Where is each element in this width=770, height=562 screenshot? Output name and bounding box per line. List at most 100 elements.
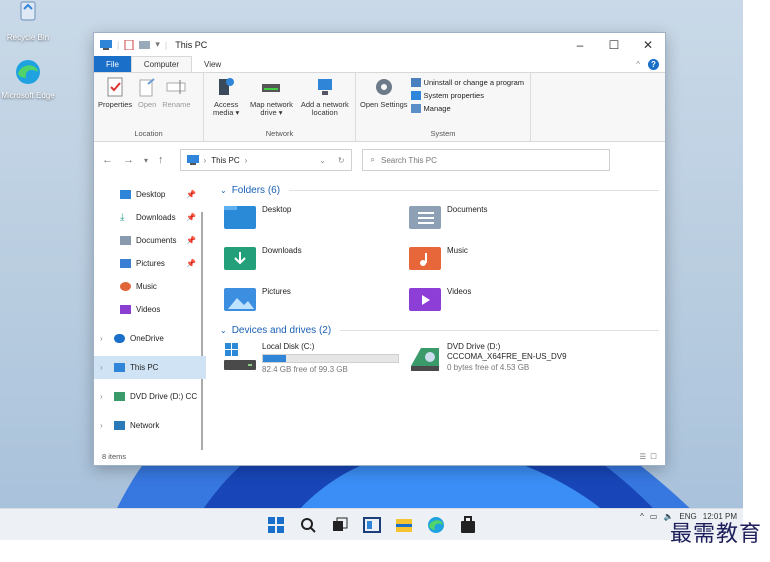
section-title: Devices and drives (2)	[231, 325, 332, 336]
desktop-icon-recycle-bin[interactable]: Recycle Bin	[0, 0, 56, 42]
edge-icon	[16, 60, 40, 84]
nav-item-downloads[interactable]: ⤓ Downloads 📌	[94, 206, 206, 229]
folder-pictures[interactable]: Pictures	[224, 285, 409, 315]
nav-item-desktop[interactable]: Desktop 📌	[94, 183, 206, 206]
rename-button[interactable]: Rename	[161, 76, 191, 129]
up-arrow-icon[interactable]: ↑	[158, 154, 164, 166]
task-view-icon[interactable]	[330, 515, 350, 535]
details-view-icon[interactable]: ☰	[640, 452, 647, 461]
folders-section-header[interactable]: ⌄ Folders (6)	[220, 185, 665, 196]
nav-item-videos[interactable]: Videos	[94, 298, 206, 321]
nav-item-dvd-drive[interactable]: › DVD Drive (D:) CC	[94, 385, 206, 408]
drive-name: Local Disk (C:)	[262, 342, 315, 351]
widgets-icon[interactable]	[362, 515, 382, 535]
add-network-location-button[interactable]: Add a network location	[298, 76, 352, 129]
forward-arrow-icon[interactable]: →	[123, 154, 134, 166]
search-placeholder: Search This PC	[381, 155, 437, 165]
devices-section-header[interactable]: ⌄ Devices and drives (2)	[220, 325, 665, 336]
chevron-right-icon[interactable]: ›	[100, 421, 103, 430]
tab-file[interactable]: File	[94, 56, 131, 72]
start-icon[interactable]	[266, 515, 286, 535]
chevron-right-icon[interactable]: ›	[100, 363, 103, 372]
dvd-drive-icon	[411, 348, 439, 371]
search-icon: ⌕	[370, 155, 375, 164]
map-network-drive-button[interactable]: Map network drive ▾	[247, 76, 295, 129]
open-button[interactable]: Open	[135, 76, 159, 129]
search-icon[interactable]	[298, 515, 318, 535]
address-bar[interactable]: › This PC › ⌄ ↻	[179, 149, 352, 171]
system-properties-link[interactable]: System properties	[410, 91, 524, 100]
nav-item-pictures[interactable]: Pictures 📌	[94, 252, 206, 275]
access-media-button[interactable]: Access media ▾	[207, 76, 245, 129]
properties-small-icon[interactable]	[124, 39, 134, 50]
ribbon-group-label: Network	[265, 129, 294, 138]
nav-item-documents[interactable]: Documents 📌	[94, 229, 206, 252]
nav-item-network[interactable]: › Network	[94, 414, 206, 437]
nav-item-this-pc[interactable]: › This PC	[94, 356, 206, 379]
drives-grid: Local Disk (C:) 82.4 GB free of 99.3 GB …	[220, 342, 665, 376]
store-icon[interactable]	[458, 515, 478, 535]
close-button[interactable]: ✕	[631, 38, 665, 52]
documents-icon	[120, 236, 131, 245]
search-input[interactable]: ⌕ Search This PC	[361, 149, 610, 171]
this-pc-icon	[100, 39, 112, 50]
folder-downloads[interactable]: Downloads	[224, 244, 409, 274]
collapse-ribbon-icon[interactable]: ^	[636, 60, 640, 69]
address-dropdown-icon[interactable]: ⌄	[319, 156, 326, 165]
section-title: Folders (6)	[231, 185, 281, 196]
manage-link[interactable]: Manage	[410, 104, 524, 113]
title-bar[interactable]: | ▾ | This PC – ☐ ✕	[94, 33, 665, 56]
folder-music[interactable]: Music	[409, 244, 594, 274]
large-icons-view-icon[interactable]: ☐	[650, 452, 657, 461]
file-explorer-window: | ▾ | This PC – ☐ ✕ File Computer View ^…	[93, 32, 666, 466]
ribbon: Properties Open Rename Location Access m…	[94, 72, 665, 142]
documents-folder-icon	[409, 206, 441, 229]
desktop-icon-label: Microsoft Edge	[1, 91, 55, 101]
file-explorer-icon[interactable]	[394, 515, 414, 535]
cloud-icon	[114, 334, 125, 343]
breadcrumb-this-pc[interactable]: This PC	[211, 156, 239, 165]
ribbon-group-location: Properties Open Rename Location	[94, 73, 204, 141]
chevron-right-icon[interactable]: ›	[100, 334, 103, 343]
chevron-down-icon[interactable]: ▾	[155, 39, 160, 50]
network-status-icon[interactable]: ▭	[650, 512, 658, 521]
new-folder-icon[interactable]	[139, 40, 151, 49]
back-arrow-icon[interactable]: ←	[102, 154, 113, 166]
folders-grid: Desktop Documents Downloads Music Pictur…	[220, 203, 665, 315]
folder-desktop[interactable]: Desktop	[224, 203, 409, 233]
recent-locations-icon[interactable]: ▾	[144, 156, 148, 165]
properties-button[interactable]: Properties	[97, 76, 133, 129]
navigation-bar: ← → ▾ ↑ › This PC › ⌄ ↻ ⌕ Search This PC	[94, 142, 665, 178]
ribbon-group-system: Open Settings Uninstall or change a prog…	[356, 73, 531, 141]
desktop-folder-icon	[120, 190, 131, 199]
open-settings-button[interactable]: Open Settings	[359, 76, 409, 129]
refresh-icon[interactable]: ↻	[338, 156, 345, 165]
chevron-right-icon[interactable]: ›	[100, 392, 103, 401]
drive-local-disk-c[interactable]: Local Disk (C:) 82.4 GB free of 99.3 GB	[224, 342, 409, 376]
nav-item-onedrive[interactable]: › OneDrive	[94, 327, 206, 350]
ribbon-group-label: Location	[134, 129, 163, 138]
drive-space: 0 bytes free of 4.53 GB	[447, 362, 530, 372]
edge-icon[interactable]	[426, 515, 446, 535]
tab-computer[interactable]: Computer	[130, 56, 193, 72]
maximize-button[interactable]: ☐	[597, 38, 631, 52]
pin-icon: 📌	[186, 213, 196, 222]
taskbar-apps	[266, 515, 478, 535]
minimize-button[interactable]: –	[563, 38, 597, 52]
open-icon	[139, 78, 155, 97]
chevron-up-icon[interactable]: ^	[640, 512, 644, 521]
uninstall-program-link[interactable]: Uninstall or change a program	[410, 78, 524, 87]
folder-videos[interactable]: Videos	[409, 285, 594, 315]
drive-dvd-d[interactable]: DVD Drive (D:) CCCOMA_X64FRE_EN-US_DV9 0…	[409, 342, 639, 376]
drive-space: 82.4 GB free of 99.3 GB	[262, 365, 348, 375]
tab-view[interactable]: View	[192, 56, 233, 72]
nav-item-music[interactable]: Music	[94, 275, 206, 298]
help-icon[interactable]: ?	[648, 58, 659, 70]
desktop-folder-icon	[224, 206, 256, 229]
drive-volume-label: CCCOMA_X64FRE_EN-US_DV9	[447, 352, 567, 362]
chevron-down-icon: ⌄	[220, 326, 227, 335]
chevron-down-icon: ⌄	[220, 186, 227, 195]
folder-documents[interactable]: Documents	[409, 203, 594, 233]
windows-drive-icon	[224, 343, 256, 370]
desktop-icon-edge[interactable]: Microsoft Edge	[0, 58, 56, 100]
